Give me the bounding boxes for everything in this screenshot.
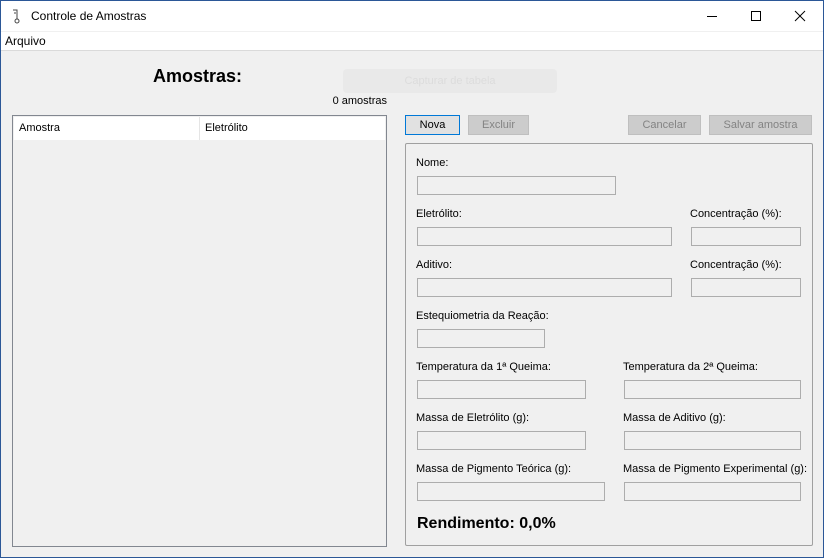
electrolyte-concentration-label: Concentração (%): xyxy=(690,208,782,220)
additive-concentration-label: Concentração (%): xyxy=(690,259,782,271)
second-firing-temperature-input[interactable] xyxy=(624,380,801,399)
electrolyte-mass-label: Massa de Eletrólito (g): xyxy=(416,412,530,424)
delete-button[interactable]: Excluir xyxy=(468,115,529,135)
minimize-button[interactable] xyxy=(689,1,735,31)
new-button[interactable]: Nova xyxy=(405,115,460,135)
menu-bar: Arquivo xyxy=(1,32,823,51)
cancel-button[interactable]: Cancelar xyxy=(628,115,701,135)
column-header-eletrolito[interactable]: Eletrólito xyxy=(200,117,385,140)
thermometer-icon xyxy=(10,8,24,24)
save-button[interactable]: Salvar amostra xyxy=(709,115,812,135)
second-firing-temperature-label: Temperatura da 2ª Queima: xyxy=(623,361,758,373)
main-window: Controle de Amostras Arquivo Amostras: C… xyxy=(0,0,824,558)
theoretical-pigment-mass-label: Massa de Pigmento Teórica (g): xyxy=(416,463,572,475)
name-label: Nome: xyxy=(416,157,449,169)
maximize-button[interactable] xyxy=(733,1,779,31)
close-button[interactable] xyxy=(777,1,823,31)
yield-result: Rendimento: 0,0% xyxy=(417,515,556,532)
first-firing-temperature-label: Temperatura da 1ª Queima: xyxy=(416,361,551,373)
list-header: Amostra Eletrólito xyxy=(14,117,385,140)
additive-label: Aditivo: xyxy=(416,259,453,271)
electrolyte-concentration-input[interactable] xyxy=(691,227,801,246)
close-icon xyxy=(794,10,806,22)
sample-count: 0 amostras xyxy=(332,95,387,107)
stoichiometry-label: Estequiometria da Reação: xyxy=(416,310,549,322)
faded-capture-button: Capturar de tabela xyxy=(343,69,557,93)
additive-mass-label: Massa de Aditivo (g): xyxy=(623,412,726,424)
title-bar[interactable]: Controle de Amostras xyxy=(1,1,823,31)
electrolyte-mass-input[interactable] xyxy=(417,431,586,450)
column-header-amostra[interactable]: Amostra xyxy=(14,117,200,140)
window-title: Controle de Amostras xyxy=(31,9,147,23)
theoretical-pigment-mass-input[interactable] xyxy=(417,482,605,501)
maximize-icon xyxy=(751,11,761,21)
additive-mass-input[interactable] xyxy=(624,431,801,450)
additive-concentration-input[interactable] xyxy=(691,278,801,297)
samples-list[interactable]: Amostra Eletrólito xyxy=(12,115,387,547)
stoichiometry-input[interactable] xyxy=(417,329,545,348)
first-firing-temperature-input[interactable] xyxy=(417,380,586,399)
electrolyte-label: Eletrólito: xyxy=(416,208,462,220)
additive-input[interactable] xyxy=(417,278,672,297)
experimental-pigment-mass-input[interactable] xyxy=(624,482,801,501)
experimental-pigment-mass-label: Massa de Pigmento Experimental (g): xyxy=(623,463,808,475)
samples-heading: Amostras: xyxy=(153,66,243,86)
menu-arquivo[interactable]: Arquivo xyxy=(5,34,46,48)
name-input[interactable] xyxy=(417,176,616,195)
electrolyte-input[interactable] xyxy=(417,227,672,246)
minimize-icon xyxy=(707,16,717,17)
